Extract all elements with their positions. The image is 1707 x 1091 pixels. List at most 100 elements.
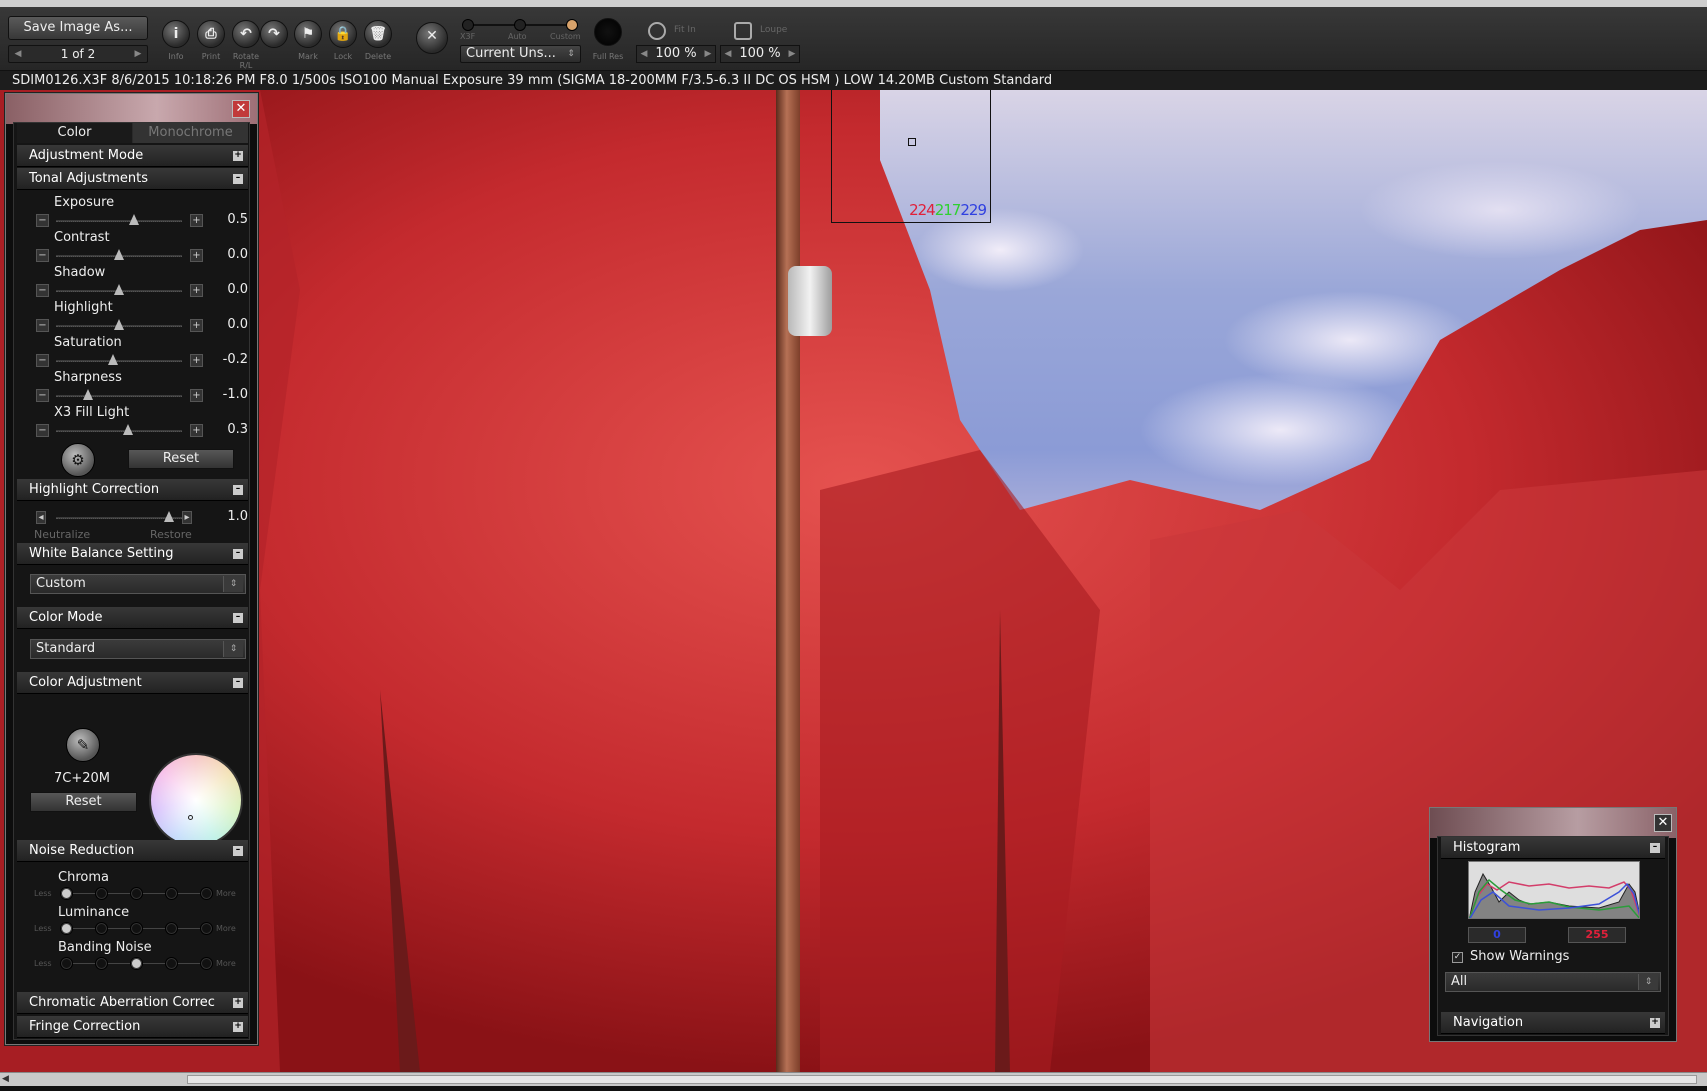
collapse-icon[interactable]: – — [233, 846, 243, 856]
sigma-logo-icon[interactable]: ✕ — [416, 22, 448, 54]
section-highlight-correction[interactable]: Highlight Correction – — [17, 479, 248, 501]
slider-thumb[interactable] — [122, 424, 133, 435]
chevron-left-icon[interactable]: ◂ — [36, 511, 46, 524]
save-image-as-button[interactable]: Save Image As... — [8, 16, 148, 40]
section-color-adjustment[interactable]: Color Adjustment – — [17, 672, 248, 694]
noise-level-dot[interactable] — [95, 922, 108, 935]
slider-thumb[interactable] — [114, 319, 124, 330]
section-adjustment-mode[interactable]: Adjustment Mode + — [17, 145, 248, 167]
noise-level-dot[interactable] — [60, 957, 73, 970]
loupe-zoom-out-icon[interactable]: ◀ — [722, 46, 734, 62]
scroll-left-icon[interactable]: ◀ — [2, 1074, 9, 1084]
plus-icon[interactable]: + — [190, 284, 203, 297]
collapse-icon[interactable]: – — [233, 174, 243, 184]
minus-icon[interactable]: − — [36, 319, 49, 332]
tonal-slider[interactable]: − +0.5 — [26, 212, 248, 229]
plus-icon[interactable]: + — [190, 424, 203, 437]
slider-thumb[interactable] — [107, 354, 118, 365]
section-white-balance[interactable]: White Balance Setting – — [17, 543, 248, 565]
tab-monochrome[interactable]: Monochrome — [133, 123, 248, 143]
x3f-mode-slider[interactable] — [462, 17, 580, 33]
tonal-slider[interactable]: − + -0.2 — [26, 352, 248, 369]
plus-icon[interactable]: + — [190, 389, 203, 402]
noise-level-dot[interactable] — [200, 922, 213, 935]
slider-thumb[interactable] — [164, 511, 175, 522]
loupe-zoom-in-icon[interactable]: ▶ — [786, 46, 798, 62]
tab-color[interactable]: Color — [17, 123, 132, 143]
plus-icon[interactable]: + — [190, 354, 203, 367]
plus-icon[interactable]: + — [190, 249, 203, 262]
histogram-titlebar[interactable] — [1430, 808, 1676, 838]
chevron-right-icon[interactable]: ▸ — [182, 511, 192, 524]
tool-6-icon[interactable]: 🗑 — [364, 20, 392, 48]
mode-x3f-dot[interactable] — [462, 19, 474, 31]
section-color-mode[interactable]: Color Mode – — [17, 607, 248, 629]
zoom-out-icon[interactable]: ◀ — [638, 46, 650, 62]
tool-0-icon[interactable]: i — [162, 20, 190, 48]
noise-level-selector[interactable]: Less More — [26, 957, 248, 971]
highlight-correction-slider[interactable]: ◂ ▸ 1.0 — [26, 509, 248, 526]
slider-thumb[interactable] — [129, 214, 140, 225]
eyedropper-icon[interactable]: ✎ — [66, 728, 100, 762]
noise-level-dot[interactable] — [165, 887, 178, 900]
noise-level-selector[interactable]: Less More — [26, 922, 248, 936]
mode-custom-dot[interactable] — [566, 19, 578, 31]
settings-select[interactable]: Current Uns... ⇕ — [460, 45, 581, 63]
slider-thumb[interactable] — [82, 389, 93, 400]
expand-icon[interactable]: + — [233, 1022, 243, 1032]
noise-level-selector[interactable]: Less More — [26, 887, 248, 901]
collapse-icon[interactable]: – — [233, 485, 243, 495]
color-wheel-marker[interactable] — [188, 815, 193, 820]
noise-level-dot[interactable] — [130, 922, 143, 935]
section-histogram[interactable]: Histogram – — [1441, 837, 1665, 859]
collapse-icon[interactable]: – — [233, 549, 243, 559]
minus-icon[interactable]: − — [36, 424, 49, 437]
noise-level-dot[interactable] — [130, 887, 143, 900]
histogram-low-field[interactable]: 0 — [1468, 927, 1526, 943]
section-fringe-correction[interactable]: Fringe Correction + — [17, 1016, 248, 1038]
horizontal-scrollbar[interactable]: ◀ — [0, 1072, 1707, 1086]
section-navigation[interactable]: Navigation + — [1441, 1012, 1665, 1034]
collapse-icon[interactable]: – — [1650, 843, 1660, 853]
collapse-icon[interactable]: – — [233, 678, 243, 688]
expand-icon[interactable]: + — [1650, 1018, 1660, 1028]
noise-level-dot[interactable] — [95, 957, 108, 970]
zoom-in-icon[interactable]: ▶ — [702, 46, 714, 62]
plus-icon[interactable]: + — [190, 214, 203, 227]
zoom-value-1[interactable]: ◀ 100 % ▶ — [636, 45, 716, 63]
panel-titlebar[interactable] — [6, 94, 257, 124]
section-noise-reduction[interactable]: Noise Reduction – — [17, 840, 248, 862]
noise-level-dot[interactable] — [95, 887, 108, 900]
white-balance-select[interactable]: Custom ⇕ — [30, 574, 246, 594]
tonal-slider[interactable]: − +0.3 — [26, 422, 248, 439]
expand-icon[interactable]: + — [233, 151, 243, 161]
tonal-slider[interactable]: − +0.0 — [26, 282, 248, 299]
show-warnings-checkbox[interactable]: ✓ — [1452, 952, 1463, 963]
noise-level-dot[interactable] — [200, 887, 213, 900]
histogram-high-field[interactable]: 255 — [1568, 927, 1626, 943]
slider-thumb[interactable] — [114, 284, 124, 295]
minus-icon[interactable]: − — [36, 389, 49, 402]
color-mode-select[interactable]: Standard ⇕ — [30, 639, 246, 659]
full-res-icon[interactable] — [594, 18, 622, 46]
tool-1-icon[interactable]: ⎙ — [197, 20, 225, 48]
close-icon[interactable]: ✕ — [232, 100, 250, 118]
magnifier-icon[interactable] — [648, 22, 666, 40]
plus-icon[interactable]: + — [190, 319, 203, 332]
tool-3-icon[interactable]: ↷ — [260, 20, 288, 48]
section-tonal[interactable]: Tonal Adjustments – — [17, 168, 248, 190]
noise-level-dot[interactable] — [165, 922, 178, 935]
close-icon[interactable]: ✕ — [1654, 814, 1672, 832]
slider-thumb[interactable] — [114, 249, 124, 260]
noise-level-dot[interactable] — [60, 887, 73, 900]
mode-auto-dot[interactable] — [514, 19, 526, 31]
noise-level-dot[interactable] — [130, 957, 143, 970]
tool-2-icon[interactable]: ↶ — [232, 20, 260, 48]
collapse-icon[interactable]: – — [233, 613, 243, 623]
tool-5-icon[interactable]: 🔒 — [329, 20, 357, 48]
color-reset-button[interactable]: Reset — [30, 792, 137, 812]
noise-level-dot[interactable] — [165, 957, 178, 970]
scrollbar-thumb[interactable] — [187, 1075, 1697, 1084]
expand-icon[interactable]: + — [233, 998, 243, 1008]
next-image-icon[interactable]: ▶ — [131, 46, 145, 62]
